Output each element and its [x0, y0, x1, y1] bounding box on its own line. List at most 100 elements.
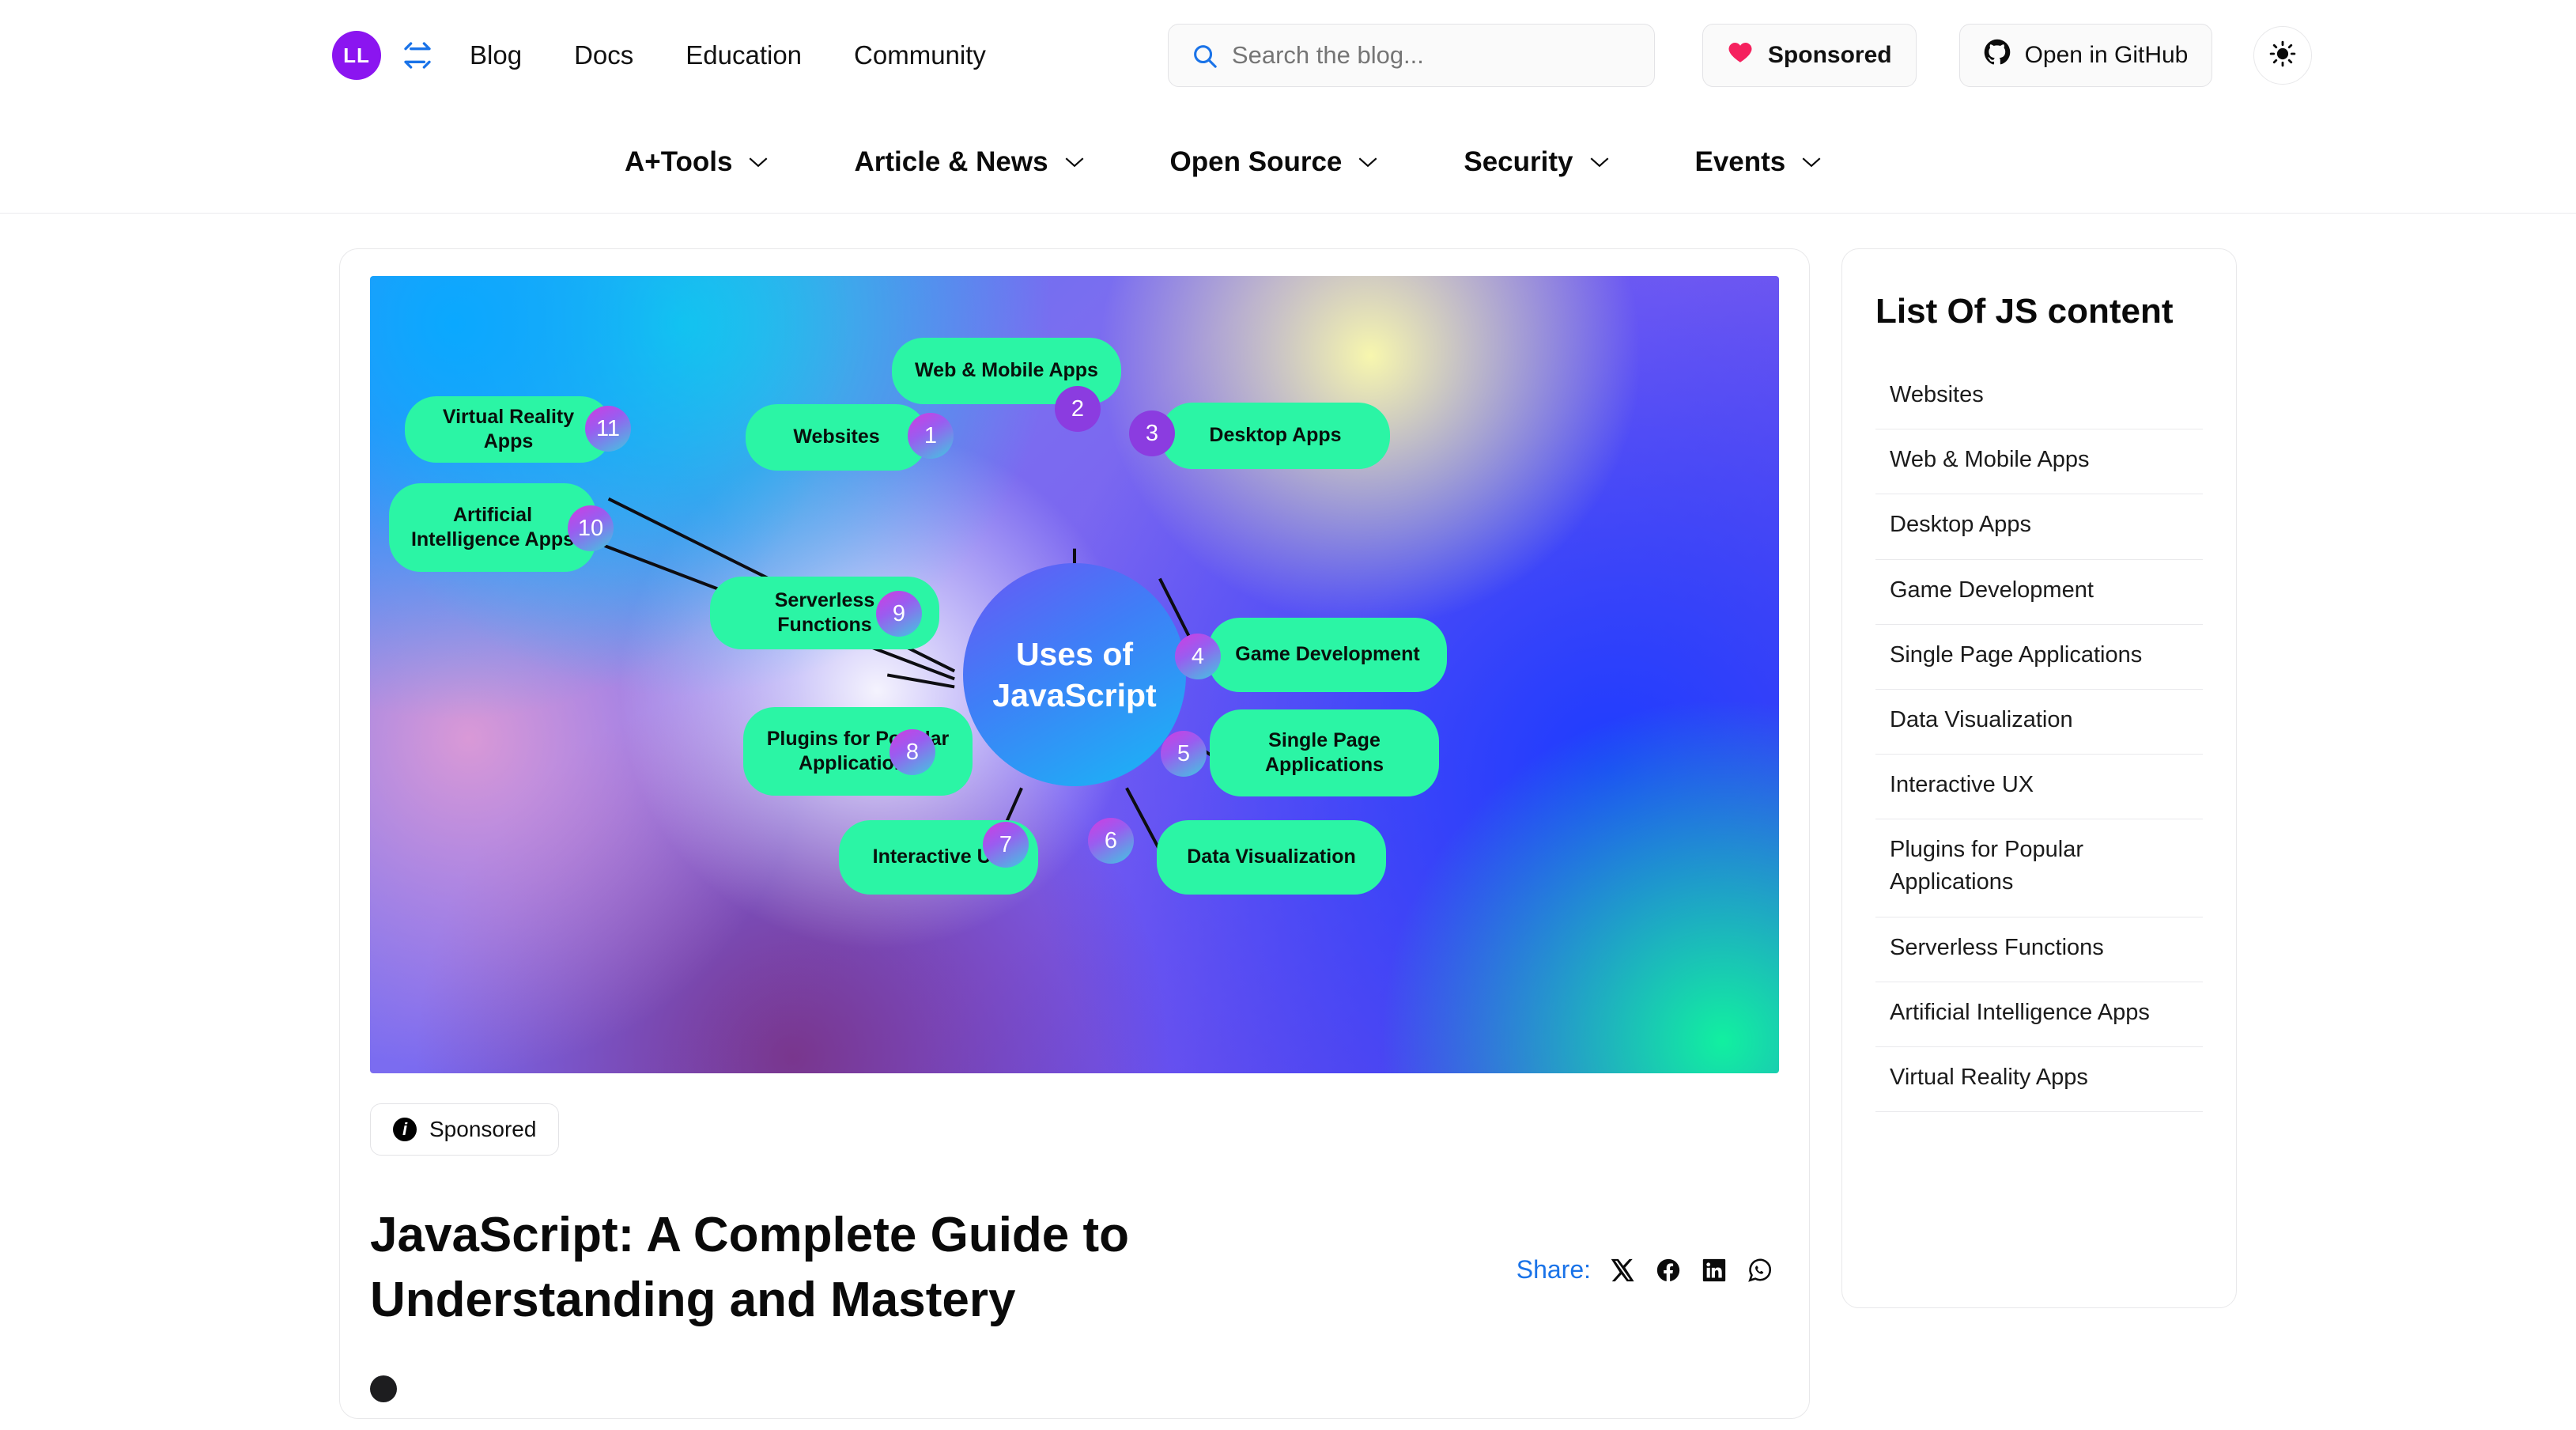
toc-item-artificial-intelligence-apps[interactable]: Artificial Intelligence Apps	[1875, 982, 2203, 1047]
mindmap-badge-2: 2	[1055, 386, 1101, 432]
sponsored-tag[interactable]: i Sponsored	[370, 1103, 560, 1156]
mindmap-badge-5: 5	[1161, 731, 1207, 777]
mindmap-pill-6[interactable]: Data Visualization	[1157, 820, 1386, 895]
mindmap-pill-label: Web & Mobile Apps	[915, 359, 1098, 382]
chevron-down-icon	[1589, 156, 1610, 168]
mindmap-pill-8[interactable]: Plugins for Popular Applications	[743, 707, 973, 796]
mindmap-badge-9: 9	[876, 591, 922, 637]
mindmap-badge-1: 1	[908, 413, 954, 459]
mindmap-pill-label: Data Visualization	[1187, 846, 1356, 868]
theme-toggle-button[interactable]	[2253, 26, 2313, 85]
article-card: Uses of JavaScript Websites 1 Web & Mobi…	[339, 248, 1810, 1419]
mindmap-badge-number: 10	[577, 515, 604, 541]
mindmap-pill-10[interactable]: Artificial Intelligence Apps	[389, 483, 596, 572]
toc-item-websites[interactable]: Websites	[1875, 365, 2203, 430]
mindmap-pill-3[interactable]: Desktop Apps	[1161, 403, 1390, 469]
mindmap-center-label: Uses of JavaScript	[992, 635, 1157, 713]
meganav-item-security[interactable]: Security	[1464, 146, 1609, 178]
toc-item-single-page-applications[interactable]: Single Page Applications	[1875, 625, 2203, 690]
mindmap-pill-label: Websites	[793, 426, 880, 448]
mindmap-badge-number: 8	[905, 739, 920, 765]
sponsored-button[interactable]: Sponsored	[1702, 24, 1917, 87]
mindmap-badge-11: 11	[585, 406, 631, 452]
mindmap-badge-number: 4	[1191, 643, 1205, 669]
toc-item-web-mobile-apps[interactable]: Web & Mobile Apps	[1875, 429, 2203, 495]
info-icon: i	[393, 1118, 417, 1141]
mindmap-badge-number: 2	[1071, 395, 1085, 422]
x-icon[interactable]	[1608, 1256, 1637, 1284]
meganav-label: Security	[1464, 146, 1573, 177]
toc-item-serverless-functions[interactable]: Serverless Functions	[1875, 917, 2203, 982]
mindmap-pill-4[interactable]: Game Development	[1208, 618, 1447, 692]
brand-group: LL	[332, 31, 435, 80]
chevron-down-icon	[1064, 156, 1085, 168]
logo[interactable]: LL	[332, 31, 381, 80]
meganav-label: Article & News	[854, 146, 1048, 177]
meganav-item-open-source[interactable]: Open Source	[1170, 146, 1379, 178]
mindmap-center-node: Uses of JavaScript	[963, 563, 1186, 786]
toc-item-virtual-reality-apps[interactable]: Virtual Reality Apps	[1875, 1047, 2203, 1113]
github-icon	[1984, 39, 2011, 72]
mindmap-pill-5[interactable]: Single Page Applications	[1210, 709, 1439, 796]
mindmap-badge-10: 10	[568, 505, 614, 551]
mindmap-badge-number: 9	[892, 600, 906, 626]
toc-item-interactive-ux[interactable]: Interactive UX	[1875, 755, 2203, 820]
mindmap-pill-11[interactable]: Virtual Reality Apps	[405, 396, 612, 463]
mindmap-badge-6: 6	[1088, 818, 1134, 864]
nav-link-blog[interactable]: Blog	[470, 40, 522, 70]
toc-item-desktop-apps[interactable]: Desktop Apps	[1875, 494, 2203, 560]
mindmap-badge-7: 7	[983, 822, 1029, 868]
author-avatar	[370, 1375, 397, 1402]
mindmap-badge-number: 6	[1104, 827, 1118, 853]
toc-title: List Of JS content	[1875, 292, 2174, 331]
nav-link-education[interactable]: Education	[686, 40, 802, 70]
toc-item-plugins-for-popular-applications[interactable]: Plugins for Popular Applications	[1875, 819, 2203, 917]
mindmap-pill-label: Artificial Intelligence Apps	[410, 503, 575, 550]
mindmap-badge-number: 3	[1145, 420, 1159, 446]
header-bar: LL Blog Docs Education Community Sponsor…	[0, 0, 2576, 111]
linkedin-icon[interactable]	[1700, 1256, 1728, 1284]
meganav-label: A+Tools	[625, 146, 733, 177]
nav-link-community[interactable]: Community	[854, 40, 986, 70]
mindmap-badge-4: 4	[1175, 634, 1221, 679]
mega-nav: A+Tools Article & News Open Source Secur…	[0, 111, 2576, 214]
open-in-github-button[interactable]: Open in GitHub	[1958, 24, 2213, 87]
mindmap-badge-number: 11	[595, 415, 621, 441]
sponsored-button-label: Sponsored	[1767, 42, 1892, 68]
open-in-github-label: Open in GitHub	[2024, 42, 2189, 68]
sponsored-tag-label: Sponsored	[429, 1117, 537, 1141]
facebook-icon[interactable]	[1654, 1256, 1683, 1284]
mindmap-pill-label: Virtual Reality Apps	[442, 405, 575, 452]
meganav-item-article-news[interactable]: Article & News	[854, 146, 1084, 178]
search-box[interactable]	[1167, 24, 1655, 87]
mindmap-pill-label: Desktop Apps	[1209, 424, 1342, 447]
toc-item-game-development[interactable]: Game Development	[1875, 560, 2203, 625]
chevron-down-icon	[748, 156, 769, 168]
logo-text: LL	[343, 43, 370, 67]
toc-sidebar: List Of JS content Websites Web & Mobile…	[1841, 248, 2237, 1308]
search-input[interactable]	[1231, 41, 1632, 70]
share-label: Share:	[1516, 1255, 1591, 1284]
mindmap-badge-number: 7	[999, 831, 1013, 857]
swap-arrows-icon[interactable]	[400, 38, 435, 73]
mindmap-badge-3: 3	[1129, 410, 1175, 456]
share-row: Share:	[1517, 1255, 1774, 1284]
meganav-item-events[interactable]: Events	[1695, 146, 1822, 178]
toc-item-data-visualization[interactable]: Data Visualization	[1875, 690, 2203, 755]
primary-nav: Blog Docs Education Community	[470, 40, 986, 70]
mindmap-badge-number: 5	[1177, 740, 1191, 766]
mindmap: Uses of JavaScript Websites 1 Web & Mobi…	[370, 276, 1779, 1073]
heart-icon	[1727, 39, 1754, 72]
page-body: Uses of JavaScript Websites 1 Web & Mobi…	[0, 214, 2576, 1419]
whatsapp-icon[interactable]	[1746, 1256, 1774, 1284]
search-icon	[1191, 42, 1218, 69]
mindmap-badge-8: 8	[890, 729, 935, 775]
chevron-down-icon	[1801, 156, 1822, 168]
page-title: JavaScript: A Complete Guide to Understa…	[370, 1208, 1130, 1327]
mindmap-pill-label: Game Development	[1235, 643, 1420, 666]
meganav-item-atools[interactable]: A+Tools	[625, 146, 769, 178]
mindmap-pill-1[interactable]: Websites	[746, 404, 927, 471]
chevron-down-icon	[1358, 156, 1378, 168]
hero-mindmap-image: Uses of JavaScript Websites 1 Web & Mobi…	[370, 276, 1779, 1073]
nav-link-docs[interactable]: Docs	[574, 40, 633, 70]
